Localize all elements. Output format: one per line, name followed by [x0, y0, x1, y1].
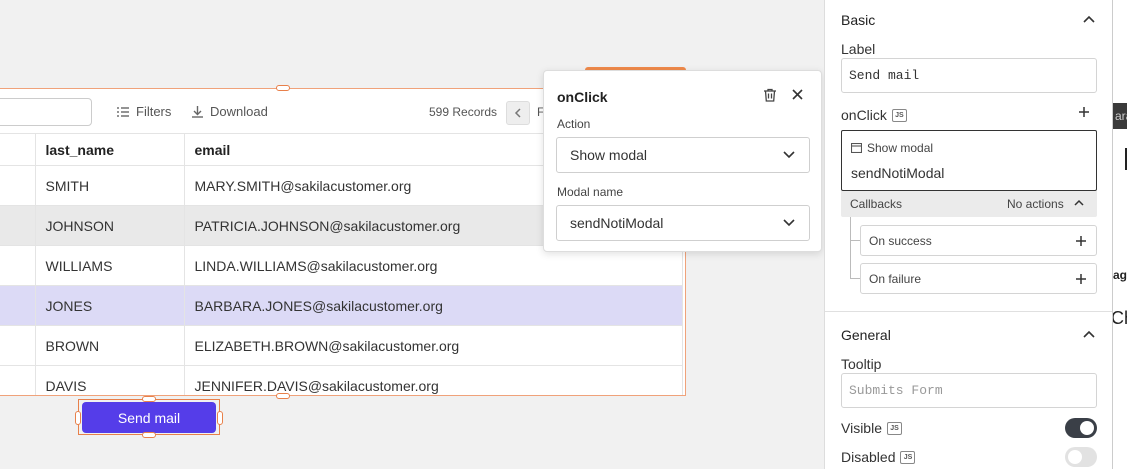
close-icon[interactable] [791, 88, 804, 101]
table-row[interactable]: BROWN ELIZABETH.BROWN@sakilacustomer.org [0, 325, 683, 366]
action-label: Action [557, 117, 591, 131]
onclick-field-label: onClick JS [841, 107, 907, 123]
on-failure-callback[interactable]: On failure [860, 263, 1097, 294]
chevron-down-icon [783, 151, 795, 159]
onclick-label-text: onClick [841, 107, 887, 123]
callbacks-status: No actions [1007, 197, 1064, 211]
label-field-label: Label [841, 41, 876, 57]
button-resize-handle-left[interactable] [75, 411, 81, 425]
onclick-popover: onClick Action Show modal Modal name sen… [543, 70, 822, 252]
table-row[interactable]: DAVIS JENNIFER.DAVIS@sakilacustomer.org [0, 365, 683, 395]
table-resize-handle-bottom[interactable] [276, 393, 290, 399]
table-header-cell[interactable]: last_name [35, 133, 185, 166]
on-success-callback[interactable]: On success [860, 225, 1097, 256]
toggle-knob [1080, 421, 1094, 435]
callbacks-label: Callbacks [850, 197, 903, 211]
disabled-label-text: Disabled [841, 449, 896, 465]
table-cell: WILLIAMS [35, 245, 185, 286]
table-search-input[interactable] [0, 98, 92, 126]
filters-label: Filters [136, 104, 172, 119]
js-toggle-icon[interactable]: JS [891, 108, 907, 122]
table-resize-handle-top[interactable] [276, 85, 290, 91]
general-section-title: General [841, 327, 891, 343]
visible-toggle[interactable] [1065, 418, 1097, 438]
popover-title: onClick [557, 89, 608, 105]
action-target: sendNotiModal [851, 165, 945, 181]
on-failure-label: On failure [869, 271, 922, 286]
modal-name-select[interactable]: sendNotiModal [556, 205, 810, 241]
table-cell: SMITH [35, 165, 185, 206]
trash-icon[interactable] [763, 88, 777, 102]
tooltip-input[interactable]: Submits Form [841, 373, 1097, 408]
basic-section-title: Basic [841, 12, 876, 28]
disabled-toggle[interactable] [1065, 447, 1097, 467]
table-row-selected[interactable]: JONES BARBARA.JONES@sakilacustomer.org [0, 285, 683, 326]
section-divider [825, 311, 1113, 312]
previous-page-button[interactable] [506, 101, 530, 125]
action-select-value: Show modal [570, 147, 648, 163]
table-cell: JONES [35, 285, 185, 326]
modal-icon [851, 143, 862, 153]
table-header-cell[interactable] [0, 133, 36, 166]
disabled-field-label: Disabled JS [841, 449, 916, 465]
button-resize-handle-bottom[interactable] [142, 432, 156, 438]
action-type-label: Show modal [867, 141, 934, 155]
table-cell: JENNIFER.DAVIS@sakilacustomer.org [184, 365, 683, 395]
filter-icon [117, 106, 129, 117]
onclick-action-card[interactable]: Show modal sendNotiModal [841, 130, 1097, 191]
chevron-down-icon [783, 219, 795, 227]
visible-field-label: Visible JS [841, 420, 902, 436]
sliver-dark-bar: ara [1113, 103, 1127, 129]
plus-icon[interactable] [1075, 273, 1087, 285]
plus-icon[interactable] [1078, 106, 1090, 118]
tree-connector [850, 241, 860, 279]
tree-connector [850, 217, 860, 241]
table-cell: JOHNSON [35, 205, 185, 246]
table-cell [0, 165, 36, 206]
button-resize-handle-top[interactable] [142, 396, 156, 402]
property-panel: Basic Label Send mail onClick JS Show mo… [824, 0, 1113, 469]
chevron-up-icon [1074, 199, 1084, 206]
action-select[interactable]: Show modal [556, 137, 810, 173]
table-cell: DAVIS [35, 365, 185, 395]
chevron-up-icon[interactable] [1083, 15, 1095, 23]
table-cell [0, 365, 36, 395]
table-cell: BROWN [35, 325, 185, 366]
filters-button[interactable]: Filters [116, 104, 171, 119]
modal-name-select-value: sendNotiModal [570, 215, 664, 231]
records-count: 599 Records [429, 105, 498, 119]
table-cell [0, 205, 36, 246]
on-success-label: On success [869, 233, 932, 248]
table-cell [0, 245, 36, 286]
chevron-left-icon [514, 108, 521, 118]
sliver-heading: Ch [1112, 308, 1127, 328]
table-cell [0, 325, 36, 366]
js-toggle-icon[interactable]: JS [887, 421, 902, 435]
download-button[interactable]: Download [191, 104, 268, 119]
table-cell: BARBARA.JONES@sakilacustomer.org [184, 285, 683, 326]
toggle-knob [1068, 450, 1082, 464]
modal-name-label: Modal name [557, 185, 624, 199]
download-label: Download [210, 104, 268, 119]
callbacks-toggle[interactable]: Callbacks No actions [841, 191, 1097, 217]
send-mail-button[interactable]: Send mail [82, 402, 216, 433]
action-type: Show modal [851, 141, 933, 155]
plus-icon[interactable] [1075, 235, 1087, 247]
sliver-text: age [1113, 268, 1127, 282]
js-toggle-icon[interactable]: JS [900, 450, 916, 464]
tooltip-label: Tooltip [841, 356, 882, 372]
background-panel-sliver: ara age Ch [1112, 0, 1127, 469]
table-cell [0, 285, 36, 326]
download-icon [192, 106, 203, 118]
table-cell: ELIZABETH.BROWN@sakilacustomer.org [184, 325, 683, 366]
chevron-up-icon[interactable] [1083, 330, 1095, 338]
visible-label-text: Visible [841, 420, 882, 436]
button-resize-handle-right[interactable] [217, 411, 223, 425]
label-input[interactable]: Send mail [841, 58, 1097, 93]
